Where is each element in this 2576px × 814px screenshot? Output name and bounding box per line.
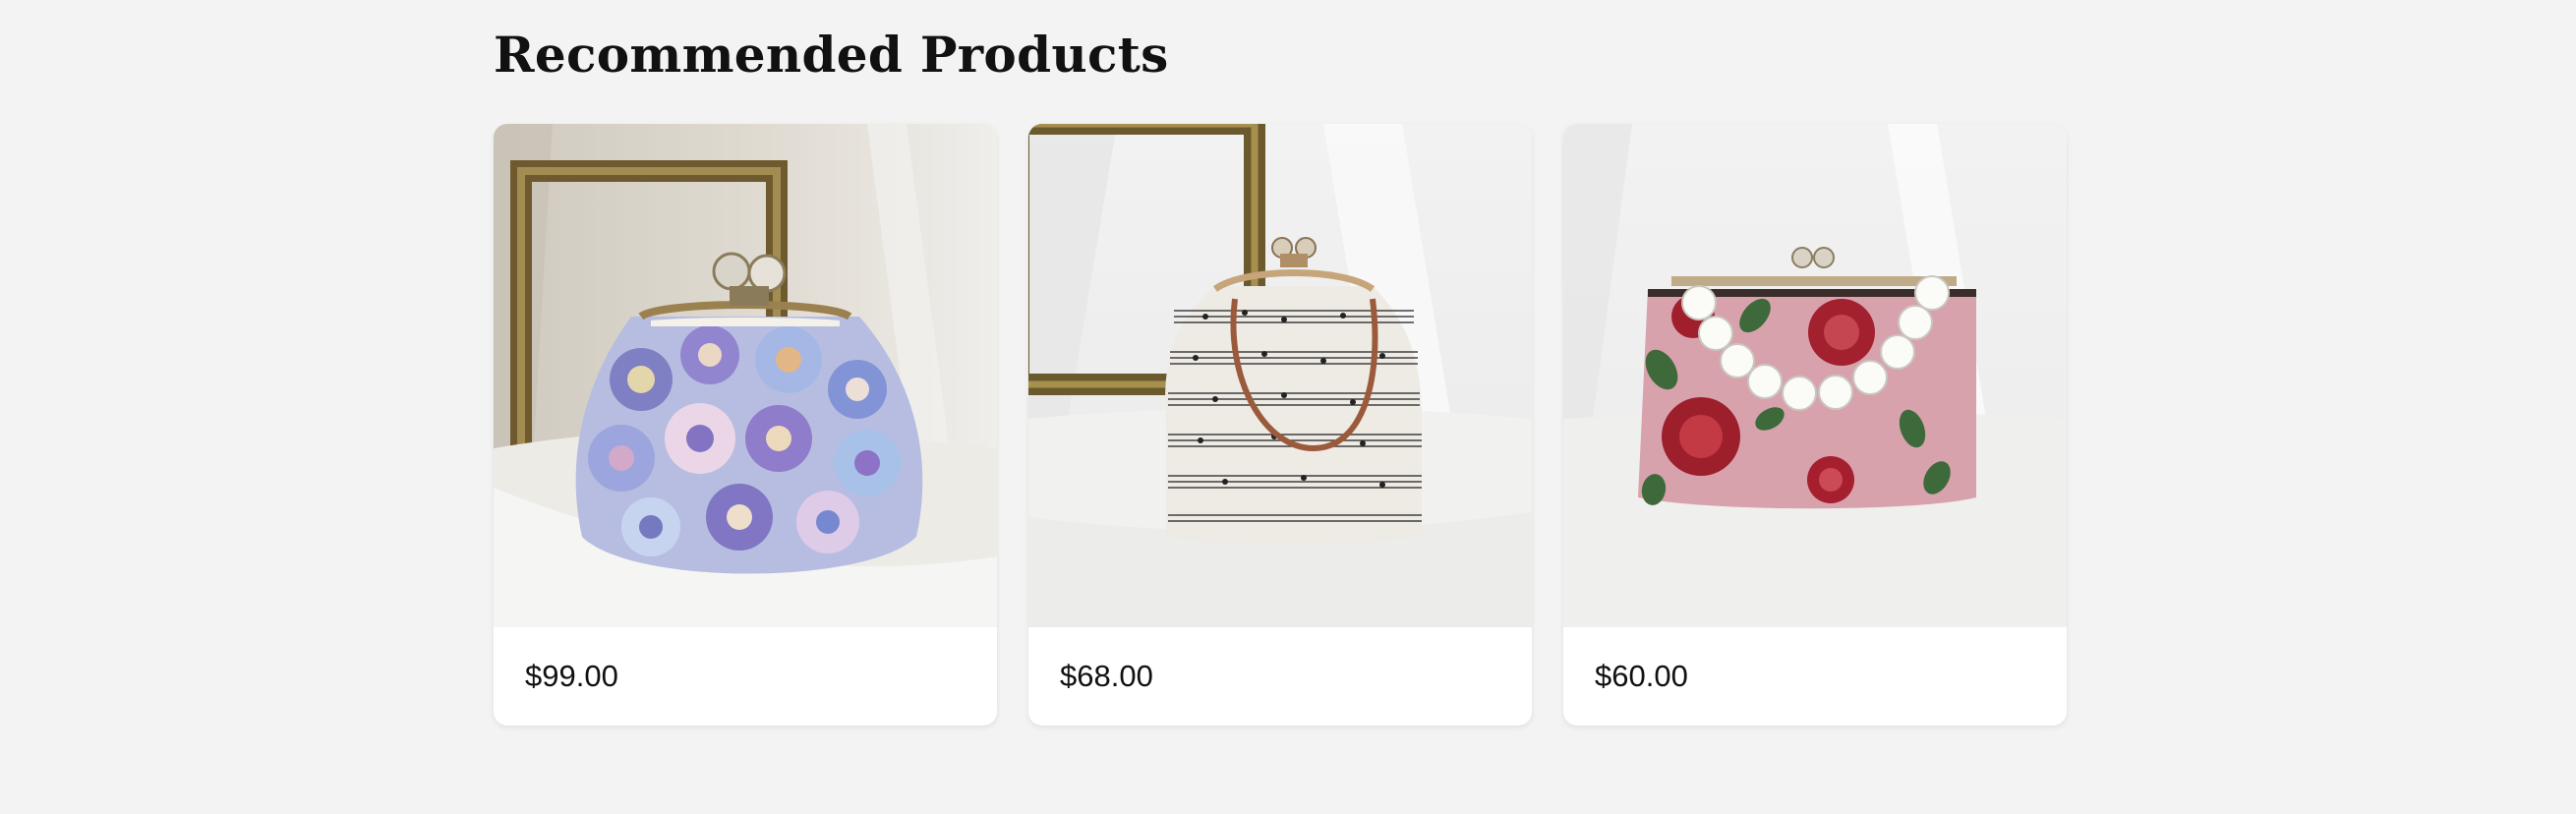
- product-info: $99.00: [494, 627, 997, 726]
- product-image[interactable]: [1028, 124, 1532, 627]
- section-title: Recommended Products: [494, 26, 1169, 84]
- product-card[interactable]: $60.00: [1563, 124, 2067, 726]
- product-image[interactable]: [1563, 124, 2067, 627]
- product-price: $99.00: [525, 659, 618, 693]
- purse-sheet-music-icon: [1028, 124, 1532, 627]
- product-card[interactable]: $68.00: [1028, 124, 1532, 726]
- product-price: $60.00: [1595, 659, 1688, 693]
- product-price: $68.00: [1060, 659, 1153, 693]
- product-info: $68.00: [1028, 627, 1532, 726]
- purse-floral-tulle-icon: [494, 124, 997, 627]
- product-grid: $99.00 $68.00 $60.00: [494, 124, 2067, 726]
- purse-rose-pearl-handle-icon: [1563, 124, 2067, 627]
- product-card[interactable]: $99.00: [494, 124, 997, 726]
- product-info: $60.00: [1563, 627, 2067, 726]
- product-image[interactable]: [494, 124, 997, 627]
